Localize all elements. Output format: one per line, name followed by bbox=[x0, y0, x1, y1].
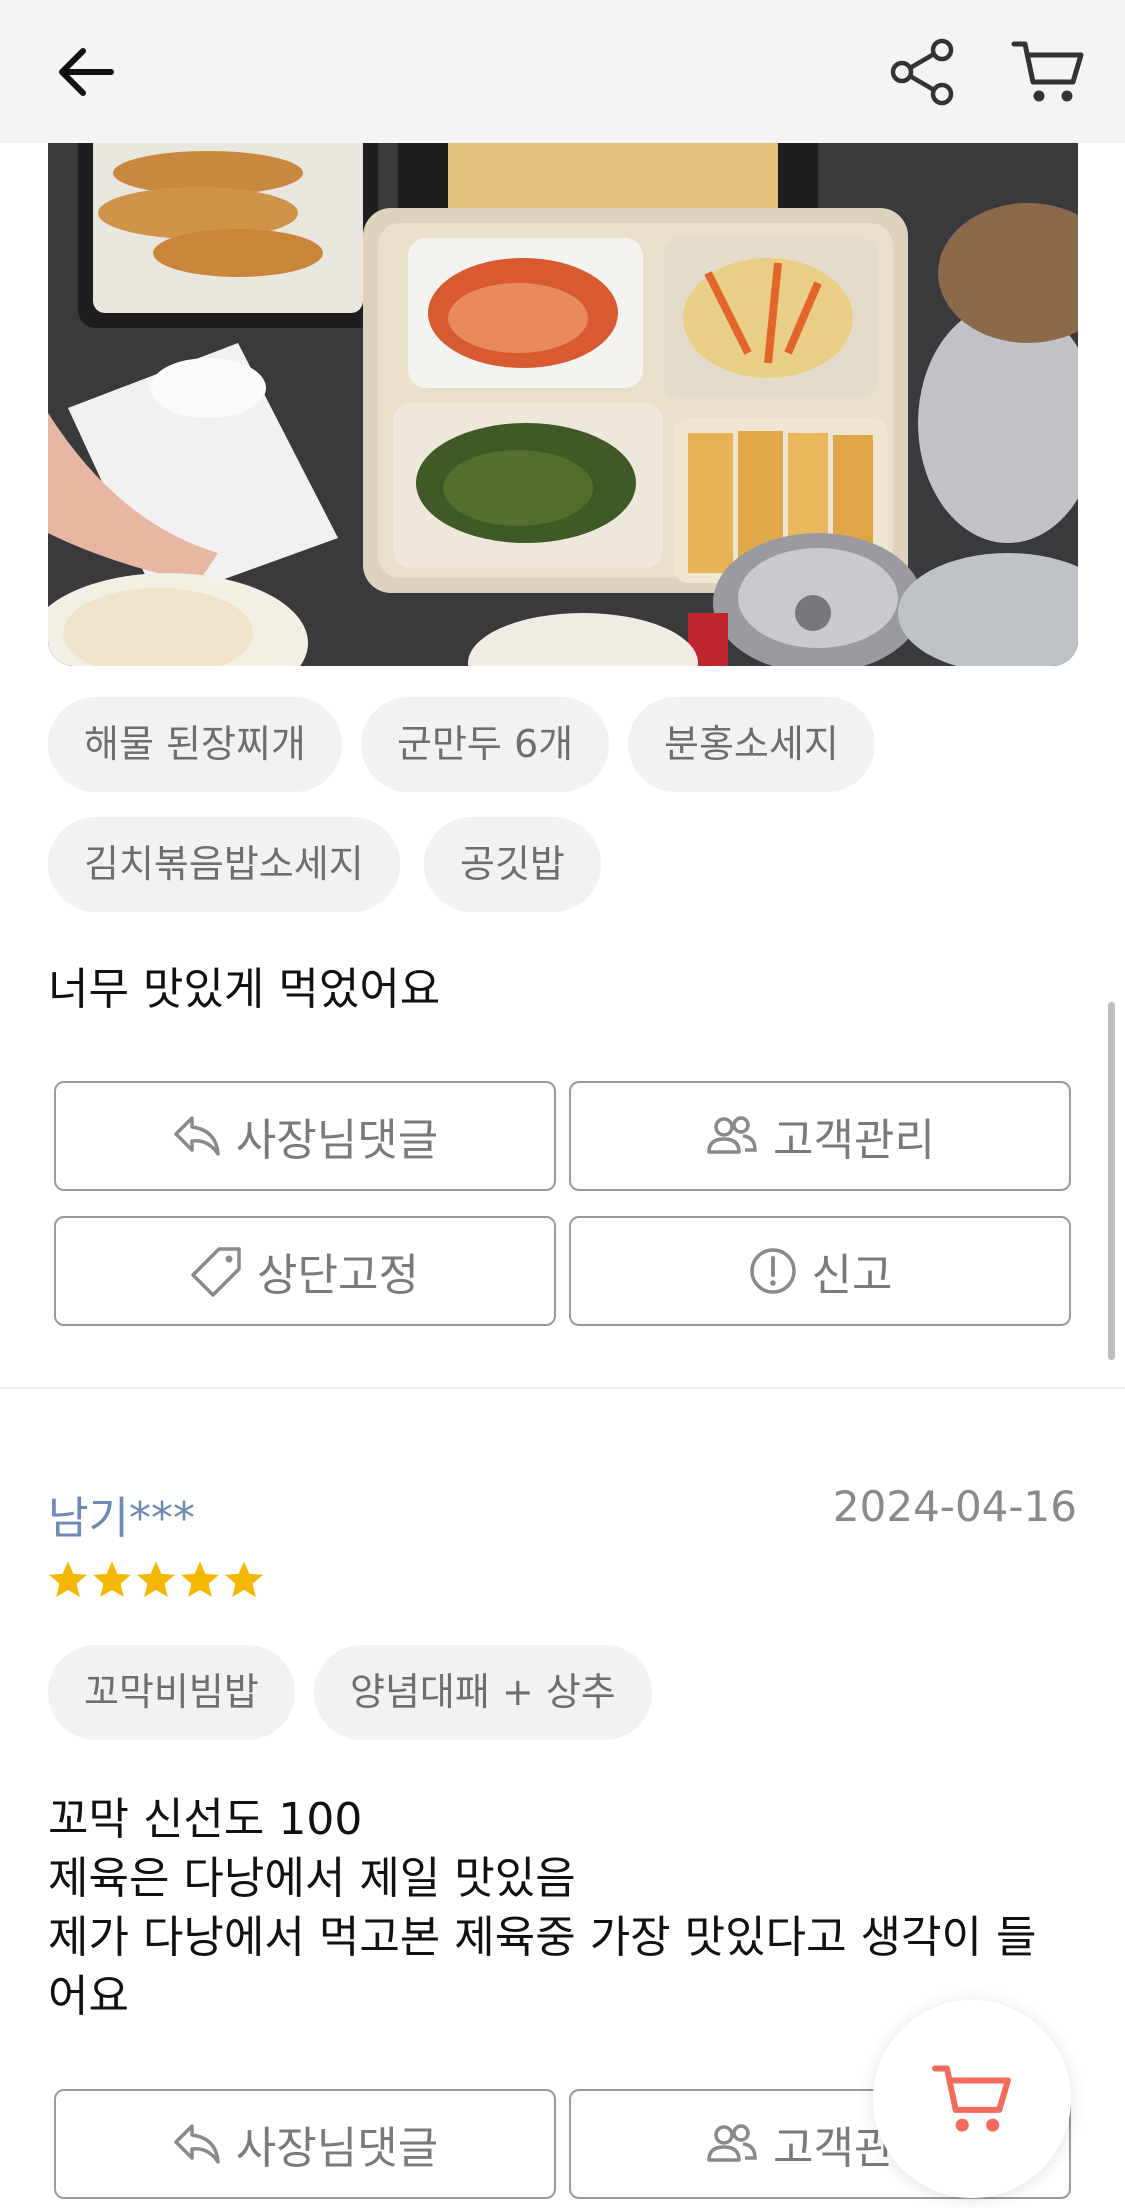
star-icon bbox=[93, 1561, 131, 1598]
review-text: 너무 맛있게 먹었어요 bbox=[48, 964, 441, 1015]
review-text-line: 제육은 다낭에서 제일 맛있음 bbox=[48, 1853, 576, 1904]
menu-tag: 공깃밥 bbox=[424, 817, 601, 912]
cart-icon bbox=[932, 2065, 1011, 2132]
back-arrow-icon[interactable] bbox=[35, 22, 135, 122]
alert-circle-icon bbox=[748, 1246, 798, 1296]
menu-tag: 꼬막비빔밥 bbox=[48, 1645, 295, 1740]
scrollbar[interactable] bbox=[1108, 1002, 1115, 1360]
menu-tag: 김치볶음밥소세지 bbox=[48, 817, 400, 912]
menu-tag: 해물 된장찌개 bbox=[48, 697, 342, 792]
owner-reply-label: 사장님댓글 bbox=[235, 2123, 439, 2174]
menu-tag: 분홍소세지 bbox=[628, 697, 875, 792]
floating-cart-button[interactable] bbox=[873, 2000, 1071, 2198]
owner-reply-button[interactable]: 사장님댓글 bbox=[54, 2089, 556, 2199]
owner-reply-label: 사장님댓글 bbox=[235, 1115, 439, 1166]
star-icon bbox=[137, 1561, 175, 1598]
star-icon bbox=[181, 1561, 219, 1598]
owner-reply-button[interactable]: 사장님댓글 bbox=[54, 1081, 556, 1191]
pin-top-button[interactable]: 상단고정 bbox=[54, 1216, 556, 1326]
star-icon bbox=[49, 1561, 87, 1598]
review-date: 2024-04-16 bbox=[832, 1482, 1077, 1531]
review-divider bbox=[0, 1387, 1125, 1389]
menu-tag: 군만두 6개 bbox=[361, 697, 610, 792]
review-photo[interactable] bbox=[48, 143, 1078, 666]
review-text-line: 제가 다낭에서 먹고본 제육중 가장 맛있다고 생각이 들 bbox=[48, 1912, 1037, 1963]
tag-icon bbox=[191, 1245, 243, 1297]
reply-icon bbox=[172, 2122, 222, 2166]
reply-icon bbox=[172, 1114, 222, 1158]
people-icon bbox=[705, 2122, 759, 2166]
review-text-line: 어요 bbox=[48, 1971, 129, 2022]
review-text-line: 꼬막 신선도 100 bbox=[48, 1794, 363, 1845]
report-button[interactable]: 신고 bbox=[569, 1216, 1071, 1326]
cart-icon[interactable] bbox=[998, 22, 1098, 122]
reviewer-name: 남기*** bbox=[48, 1493, 195, 1544]
top-app-bar bbox=[0, 0, 1125, 143]
customer-management-label: 고객관리 bbox=[773, 1115, 935, 1166]
people-icon bbox=[705, 1114, 759, 1158]
pin-top-label: 상단고정 bbox=[257, 1250, 419, 1301]
menu-tag: 양념대패 + 상추 bbox=[314, 1645, 652, 1740]
share-icon[interactable] bbox=[873, 22, 973, 122]
customer-management-button[interactable]: 고객관리 bbox=[569, 1081, 1071, 1191]
report-label: 신고 bbox=[811, 1250, 893, 1301]
star-icon bbox=[225, 1561, 263, 1598]
star-rating bbox=[46, 1558, 266, 1602]
